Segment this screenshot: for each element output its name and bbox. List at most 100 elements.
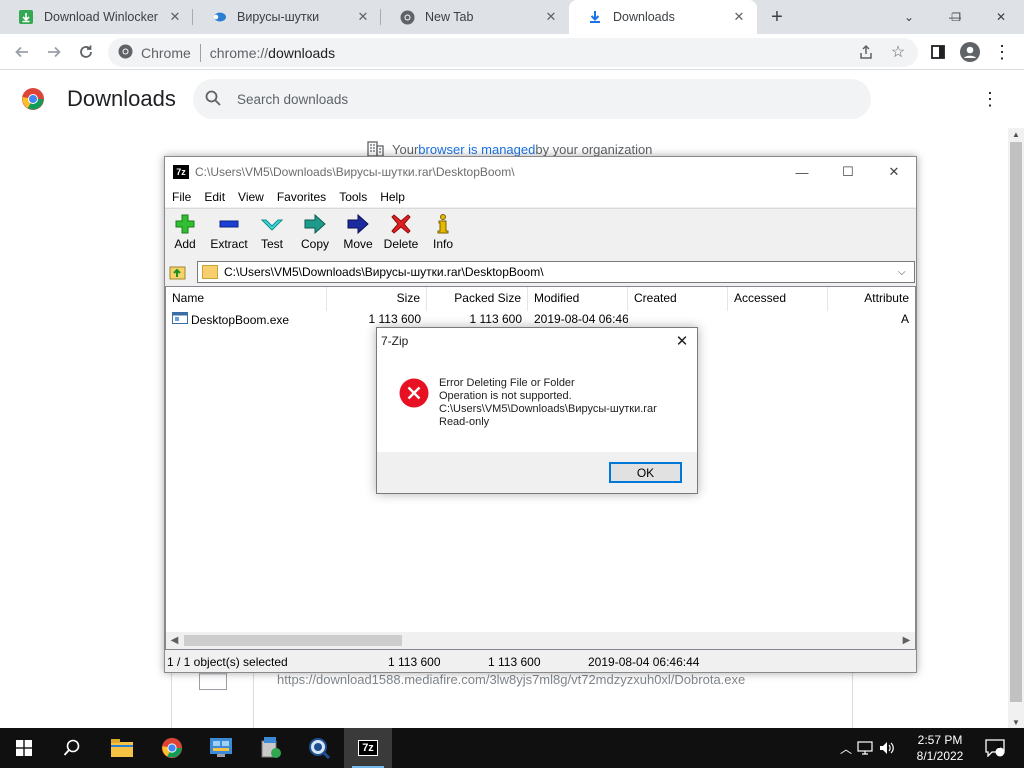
sevenzip-app-icon: 7z [173, 165, 189, 179]
installer-icon[interactable] [246, 728, 294, 768]
tab-strip: Download Winlocker b ✕ Вирусы-шутки ✕ Ne… [0, 0, 1024, 34]
window-restore-button[interactable]: ❐ [933, 0, 979, 34]
column-size[interactable]: Size [327, 287, 427, 311]
copy-button[interactable]: Copy [293, 213, 337, 257]
7zip-taskbar-icon[interactable]: 7z [344, 728, 392, 768]
sevenzip-close-button[interactable]: ✕ [871, 157, 917, 187]
side-panel-icon[interactable] [926, 40, 950, 64]
clock-time: 2:57 PM [917, 733, 963, 747]
ok-button[interactable]: OK [609, 462, 682, 483]
chrome-logo-icon [21, 87, 45, 111]
chrome-icon [399, 9, 415, 25]
search-downloads-box[interactable] [193, 79, 871, 119]
network-icon[interactable] [854, 741, 876, 755]
dialog-close-button[interactable]: ✕ [671, 330, 693, 352]
control-panel-icon[interactable] [197, 728, 245, 768]
scroll-left-icon[interactable]: ◀ [166, 632, 183, 649]
tab-downloads[interactable]: Downloads ✕ [569, 0, 757, 34]
scroll-right-icon[interactable]: ▶ [898, 632, 915, 649]
column-attributes[interactable]: Attribute [828, 287, 915, 311]
test-button[interactable]: Test [250, 213, 294, 257]
downloads-more-icon[interactable]: ⋮ [978, 87, 1002, 111]
info-icon [431, 213, 455, 235]
browser-menu-icon[interactable]: ⋮ [990, 40, 1014, 64]
search-taskbar-icon[interactable] [48, 728, 96, 768]
tab-close-icon[interactable]: ✕ [167, 9, 183, 25]
forward-button[interactable] [42, 40, 66, 64]
tab-search-icon[interactable]: ⌄ [886, 0, 932, 34]
url-scheme: chrome:// [209, 44, 269, 61]
system-tray: ︿ [838, 728, 898, 768]
sevenzip-minimize-button[interactable]: — [779, 157, 825, 187]
window-close-button[interactable]: ✕ [978, 0, 1024, 34]
column-packed-size[interactable]: Packed Size [427, 287, 528, 311]
reload-button[interactable] [74, 40, 98, 64]
column-name[interactable]: Name [166, 287, 327, 311]
window-title: C:\Users\VM5\Downloads\Вирусы-шутки.rar\… [195, 165, 515, 179]
horizontal-scrollbar[interactable]: ◀ ▶ [166, 632, 915, 649]
scroll-down-icon[interactable]: ▼ [1008, 716, 1024, 728]
tab-new-tab[interactable]: New Tab ✕ [381, 0, 569, 34]
new-tab-button[interactable]: + [765, 5, 789, 29]
tab-close-icon[interactable]: ✕ [543, 9, 559, 25]
menu-tools[interactable]: Tools [339, 190, 367, 204]
tab-close-icon[interactable]: ✕ [731, 9, 747, 25]
folder-icon [202, 265, 218, 279]
clock-date: 8/1/2022 [916, 749, 964, 763]
tab-label: Вирусы-шутки [237, 10, 320, 24]
bookmark-star-icon[interactable]: ☆ [886, 40, 910, 64]
folder-up-icon[interactable] [169, 263, 187, 281]
download-arrow-icon [18, 9, 34, 25]
column-created[interactable]: Created [628, 287, 728, 311]
chevron-up-icon[interactable]: ︿ [838, 740, 854, 757]
menu-help[interactable]: Help [380, 190, 405, 204]
menu-view[interactable]: View [238, 190, 264, 204]
menu-edit[interactable]: Edit [204, 190, 225, 204]
path-combobox[interactable]: C:\Users\VM5\Downloads\Вирусы-шутки.rar\… [197, 261, 915, 283]
extract-button[interactable]: Extract [207, 213, 251, 257]
address-bar[interactable]: Chrome chrome://downloads [108, 38, 918, 67]
search-app-icon[interactable] [295, 728, 343, 768]
notification-center-icon[interactable]: 1 [980, 728, 1010, 768]
scroll-up-icon[interactable]: ▲ [1008, 128, 1024, 140]
forward-arrow-icon [48, 46, 61, 58]
path-text: C:\Users\VM5\Downloads\Вирусы-шутки.rar\… [224, 265, 544, 279]
taskbar-clock[interactable]: 2:57 PM 8/1/2022 [905, 732, 975, 764]
chrome-taskbar-icon[interactable] [148, 728, 196, 768]
tab-virusy-shutki[interactable]: Вирусы-шутки ✕ [193, 0, 381, 34]
move-button[interactable]: Move [336, 213, 380, 257]
delete-button[interactable]: Delete [379, 213, 423, 257]
file-explorer-icon[interactable] [98, 728, 146, 768]
cell-attributes: A [900, 312, 909, 326]
page-scrollbar[interactable]: ▲ ▼ [1008, 128, 1024, 728]
start-button[interactable] [0, 728, 48, 768]
menu-file[interactable]: File [172, 190, 191, 204]
dialog-titlebar[interactable]: 7-Zip [377, 328, 697, 354]
profile-avatar-icon[interactable] [958, 40, 982, 64]
search-input[interactable] [237, 91, 837, 107]
download-url[interactable]: https://download1588.mediafire.com/3lw8y… [277, 672, 745, 687]
menu-favorites[interactable]: Favorites [277, 190, 326, 204]
browser-managed-link[interactable]: browser is managed [418, 142, 535, 157]
tab-download-winlocker[interactable]: Download Winlocker b ✕ [0, 0, 193, 34]
column-accessed[interactable]: Accessed [728, 287, 828, 311]
back-button[interactable] [10, 40, 34, 64]
share-icon[interactable] [854, 40, 878, 64]
building-icon [367, 141, 384, 157]
message-line: Operation is not supported. [439, 390, 572, 402]
error-icon [399, 378, 429, 408]
sevenzip-maximize-button[interactable]: ☐ [825, 157, 871, 187]
scroll-thumb[interactable] [1010, 142, 1022, 702]
info-button[interactable]: Info [421, 213, 465, 257]
search-icon [205, 90, 223, 108]
chevron-down-icon[interactable]: ⌵ [898, 267, 914, 278]
volume-icon[interactable] [876, 741, 898, 755]
windows-logo-icon [16, 740, 32, 756]
column-modified[interactable]: Modified [528, 287, 628, 311]
exe-file-icon [172, 311, 188, 329]
add-button[interactable]: Add [163, 213, 207, 257]
tab-close-icon[interactable]: ✕ [355, 9, 371, 25]
site-label: Chrome [141, 44, 191, 61]
url-path: downloads [268, 44, 336, 61]
hscroll-thumb[interactable] [184, 635, 402, 646]
